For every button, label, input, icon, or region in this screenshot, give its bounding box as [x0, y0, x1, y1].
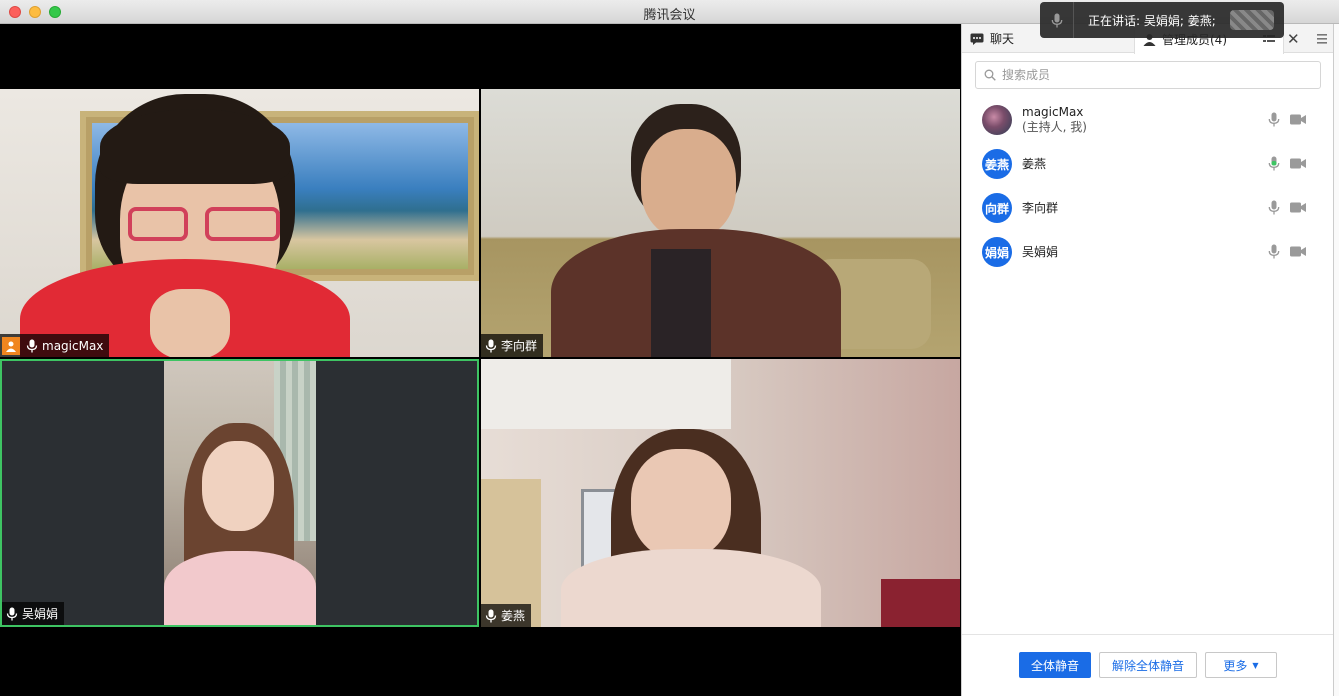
avatar: 姜燕 — [982, 149, 1012, 179]
meeting-window: 腾讯会议 magicMax 李向群 吴娟娟 姜燕 聊天 管理成员(4) ✕ 搜索… — [0, 0, 1339, 696]
tab-chat[interactable]: 聊天 — [970, 24, 1014, 53]
camera-icon[interactable] — [1290, 114, 1306, 125]
microphone-icon[interactable] — [1268, 112, 1280, 127]
panel-footer: 全体静音 解除全体静音 更多 ▼ — [962, 634, 1334, 696]
member-search[interactable] — [975, 61, 1321, 89]
member-row[interactable]: 娟娟 吴娟娟 — [982, 234, 1322, 270]
chat-icon — [970, 33, 984, 45]
member-name: 姜燕 — [1022, 156, 1047, 171]
video-feed — [481, 359, 960, 627]
speaking-notification: 正在讲话: 吴娟娟; 姜燕; — [1040, 2, 1284, 38]
video-tile-jiangyan[interactable]: 姜燕 — [481, 359, 960, 627]
microphone-icon[interactable] — [1268, 200, 1280, 215]
participant-name-tag: 吴娟娟 — [2, 602, 65, 625]
participant-name: 吴娟娟 — [22, 607, 59, 621]
microphone-icon — [6, 607, 18, 620]
member-row[interactable]: 向群 李向群 — [982, 190, 1322, 226]
participant-name: 李向群 — [501, 339, 538, 353]
microphone-icon[interactable] — [1268, 244, 1280, 259]
avatar: 向群 — [982, 193, 1012, 223]
participant-name-tag: 李向群 — [481, 334, 544, 357]
microphone-icon — [485, 339, 497, 352]
chevron-down-icon: ▼ — [1252, 660, 1259, 670]
member-name: magicMax — [1022, 105, 1084, 119]
search-icon — [984, 69, 996, 81]
video-tile-lixiangqun[interactable]: 李向群 — [481, 89, 960, 357]
member-name: 吴娟娟 — [1022, 244, 1059, 259]
video-feed — [164, 361, 316, 625]
video-feed — [0, 89, 479, 357]
tab-chat-label: 聊天 — [990, 32, 1015, 46]
member-row[interactable]: 姜燕 姜燕 — [982, 146, 1322, 182]
video-stage: magicMax 李向群 吴娟娟 姜燕 — [0, 24, 961, 696]
microphone-icon — [485, 609, 497, 622]
microphone-active-icon[interactable] — [1268, 156, 1280, 171]
more-button[interactable]: 更多 ▼ — [1205, 652, 1277, 678]
microphone-icon — [26, 339, 38, 352]
participant-name-tag: magicMax — [0, 334, 110, 357]
video-tile-magicmax[interactable]: magicMax — [0, 89, 479, 357]
background-window-edge — [1333, 24, 1339, 696]
participant-name: 姜燕 — [501, 609, 526, 623]
search-input[interactable] — [1002, 68, 1302, 82]
mute-all-button[interactable]: 全体静音 — [1019, 652, 1091, 678]
video-tile-wujuanjuan[interactable]: 吴娟娟 — [0, 359, 479, 627]
member-row[interactable]: magicMax (主持人, 我) — [982, 102, 1322, 138]
camera-icon[interactable] — [1290, 158, 1306, 169]
blurred-avatar — [1230, 10, 1274, 30]
members-panel: 聊天 管理成员(4) ✕ magicMax (主持人, 我) — [961, 24, 1334, 696]
speaking-text: 正在讲话: 吴娟娟; 姜燕; — [1088, 13, 1216, 28]
member-name: 李向群 — [1022, 200, 1059, 215]
more-button-label: 更多 — [1223, 658, 1248, 673]
camera-icon[interactable] — [1290, 246, 1306, 257]
participant-name-tag: 姜燕 — [481, 604, 532, 627]
video-feed — [481, 89, 960, 357]
avatar: 娟娟 — [982, 237, 1012, 267]
panel-menu-icon[interactable] — [1310, 29, 1334, 49]
avatar — [982, 105, 1012, 135]
microphone-icon — [1040, 2, 1074, 38]
member-role: (主持人, 我) — [1022, 120, 1087, 134]
participant-name: magicMax — [42, 338, 104, 353]
unmute-all-button[interactable]: 解除全体静音 — [1099, 652, 1197, 678]
close-panel-icon[interactable]: ✕ — [1287, 30, 1300, 48]
host-icon — [2, 336, 20, 355]
camera-icon[interactable] — [1290, 202, 1306, 213]
